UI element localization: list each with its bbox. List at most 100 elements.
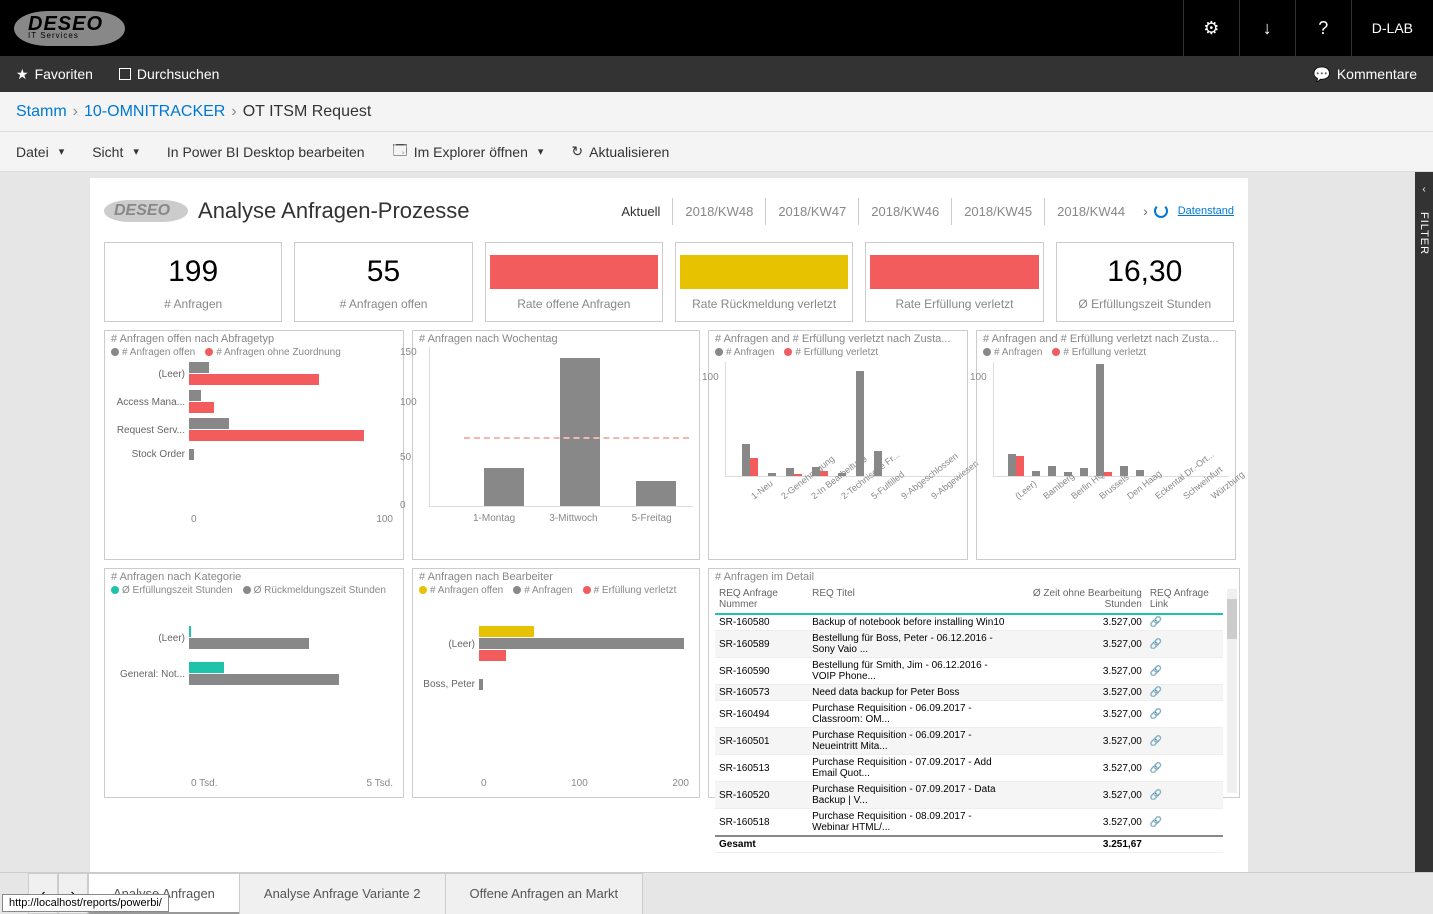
kpi-card[interactable]: 7,04% Rate Rückmeldung verletzt xyxy=(675,242,853,322)
kpi-label: # Anfragen xyxy=(109,297,277,311)
breadcrumb: Stamm › 10-OMNITRACKER › OT ITSM Request xyxy=(0,92,1433,132)
favoriten-button[interactable]: ★ Favoriten xyxy=(16,66,93,83)
table-header[interactable]: Ø Zeit ohne Bearbeitung Stunden xyxy=(1012,585,1146,614)
table-row[interactable]: SR-160501Purchase Requisition - 06.09.20… xyxy=(715,728,1223,755)
kpi-value: 7,04% xyxy=(680,255,848,289)
help-icon[interactable]: ? xyxy=(1295,0,1351,56)
breadcrumb-folder[interactable]: 10-OMNITRACKER xyxy=(84,103,225,121)
chart-zustand-1[interactable]: # Anfragen and # Erfüllung verletzt nach… xyxy=(708,330,968,560)
chart-title: # Anfragen nach Kategorie xyxy=(111,571,397,583)
chart-title: # Anfragen nach Wochentag xyxy=(419,333,693,345)
tabs-next-icon[interactable]: › xyxy=(1137,203,1154,219)
chart-zustand-2[interactable]: # Anfragen and # Erfüllung verletzt nach… xyxy=(976,330,1236,560)
chart-legend: Ø Erfüllungszeit Stunden Ø Rückmeldungsz… xyxy=(111,585,397,596)
app-topbar: DESEO IT Services ⚙ ↓ ? D-LAB xyxy=(0,0,1433,56)
link-icon[interactable]: 🔗 xyxy=(1146,658,1223,685)
table-row[interactable]: SR-160589Bestellung für Boss, Peter - 06… xyxy=(715,631,1223,658)
table-header[interactable]: REQ Anfrage Link xyxy=(1146,585,1223,614)
link-icon[interactable]: 🔗 xyxy=(1146,755,1223,782)
chart-title: # Anfragen and # Erfüllung verletzt nach… xyxy=(983,333,1229,345)
period-tabs: Aktuell 2018/KW48 2018/KW47 2018/KW46 20… xyxy=(609,198,1234,225)
kpi-card[interactable]: 16,30 Ø Erfüllungszeit Stunden xyxy=(1056,242,1234,322)
page-title: Analyse Anfragen-Prozesse xyxy=(198,198,470,224)
status-url: http://localhost/reports/powerbi/ xyxy=(2,894,169,912)
tab-kw48[interactable]: 2018/KW48 xyxy=(672,198,765,225)
tab-aktuell[interactable]: Aktuell xyxy=(609,198,672,225)
refresh-icon: ↻ xyxy=(571,143,583,160)
table-header[interactable]: REQ Anfrage Nummer xyxy=(715,585,808,614)
chart-legend: # Anfragen offen # Anfragen ohne Zuordnu… xyxy=(111,347,397,358)
table-row[interactable]: SR-160494Purchase Requisition - 06.09.20… xyxy=(715,701,1223,728)
durchsuchen-button[interactable]: Durchsuchen xyxy=(119,66,220,82)
page-tab-variante2[interactable]: Analyse Anfrage Variante 2 xyxy=(239,873,446,914)
chevron-right-icon: › xyxy=(231,103,236,121)
chart-bearbeiter[interactable]: # Anfragen nach Bearbeiter # Anfragen of… xyxy=(412,568,700,798)
kpi-row: 199 # Anfragen 55# Anfragen offen 27,64% Rat… xyxy=(104,242,1234,322)
kpi-value: 16,30 xyxy=(1061,255,1229,289)
tab-kw47[interactable]: 2018/KW47 xyxy=(765,198,858,225)
download-icon[interactable]: ↓ xyxy=(1239,0,1295,56)
report-header: DESEO Analyse Anfragen-Prozesse Aktuell … xyxy=(104,188,1234,234)
chart-legend: # Anfragen # Erfüllung verletzt xyxy=(983,347,1229,358)
tab-kw45[interactable]: 2018/KW45 xyxy=(951,198,1044,225)
chart-title: # Anfragen nach Bearbeiter xyxy=(419,571,693,583)
table-row[interactable]: SR-160518Purchase Requisition - 08.09.20… xyxy=(715,809,1223,837)
table-scrollbar[interactable] xyxy=(1227,589,1237,793)
kpi-value: 199 xyxy=(109,255,277,289)
breadcrumb-root[interactable]: Stamm xyxy=(16,103,67,121)
table-row[interactable]: SR-160573Need data backup for Peter Boss… xyxy=(715,685,1223,701)
chart-legend: # Anfragen offen # Anfragen # Erfüllung … xyxy=(419,585,693,596)
table-row[interactable]: SR-160520Purchase Requisition - 07.09.20… xyxy=(715,782,1223,809)
nav-bar: ★ Favoriten Durchsuchen 💬 Kommentare xyxy=(0,56,1433,92)
link-icon[interactable]: 🔗 xyxy=(1146,782,1223,809)
kpi-value: 55 xyxy=(299,255,467,289)
link-icon[interactable]: 🔗 xyxy=(1146,614,1223,631)
kpi-value: 27,64% xyxy=(490,255,658,289)
kpi-label: Ø Erfüllungszeit Stunden xyxy=(1061,297,1229,311)
chart-kategorie[interactable]: # Anfragen nach Kategorie Ø Erfüllungsze… xyxy=(104,568,404,798)
datenstand-link[interactable]: Datenstand xyxy=(1178,205,1234,217)
table-row[interactable]: SR-160513Purchase Requisition - 07.09.20… xyxy=(715,755,1223,782)
link-icon[interactable]: 🔗 xyxy=(1146,701,1223,728)
kpi-card[interactable]: 27,64% Rate offene Anfragen xyxy=(485,242,663,322)
table-header[interactable]: REQ Titel xyxy=(808,585,1012,614)
user-label[interactable]: D-LAB xyxy=(1351,0,1433,56)
breadcrumb-current: OT ITSM Request xyxy=(243,103,372,121)
tab-kw46[interactable]: 2018/KW46 xyxy=(858,198,951,225)
link-icon[interactable]: 🔗 xyxy=(1146,809,1223,837)
page-tab-offene[interactable]: Offene Anfragen an Markt xyxy=(445,873,644,914)
refresh-button[interactable]: ↻ Aktualisieren xyxy=(571,143,669,160)
kpi-label: Rate Erfüllung verletzt xyxy=(870,297,1038,311)
table-row[interactable]: SR-160590Bestellung für Smith, Jim - 06.… xyxy=(715,658,1223,685)
chart-abfragetyp[interactable]: # Anfragen offen nach Abfragetyp # Anfra… xyxy=(104,330,404,560)
logo-text: DESEO IT Services xyxy=(14,11,125,46)
detail-table: REQ Anfrage Nummer REQ Titel Ø Zeit ohne… xyxy=(715,585,1223,853)
link-icon[interactable]: 🔗 xyxy=(1146,685,1223,701)
chart-wochentag[interactable]: # Anfragen nach Wochentag 150 100 50 0 1… xyxy=(412,330,700,560)
tab-kw44[interactable]: 2018/KW44 xyxy=(1044,198,1137,225)
kpi-card[interactable]: 199 # Anfragen xyxy=(104,242,282,322)
sicht-menu[interactable]: Sicht xyxy=(92,144,139,160)
report-canvas: DESEO Analyse Anfragen-Prozesse Aktuell … xyxy=(0,172,1433,872)
explorer-icon: 🗔 xyxy=(393,140,408,164)
explorer-menu[interactable]: 🗔 Im Explorer öffnen xyxy=(393,140,544,164)
chevron-left-icon[interactable]: ‹ xyxy=(1422,184,1425,195)
gear-icon[interactable]: ⚙ xyxy=(1183,0,1239,56)
kpi-card[interactable]: 12,56% Rate Erfüllung verletzt xyxy=(865,242,1043,322)
chart-title: # Anfragen offen nach Abfragetyp xyxy=(111,333,397,345)
detail-table-viz[interactable]: # Anfragen im Detail REQ Anfrage Nummer … xyxy=(708,568,1240,798)
kommentare-button[interactable]: 💬 Kommentare xyxy=(1313,66,1417,83)
star-icon: ★ xyxy=(16,66,29,83)
edit-desktop-button[interactable]: In Power BI Desktop bearbeiten xyxy=(167,144,365,160)
browse-icon xyxy=(119,68,131,80)
table-row[interactable]: SR-160580Backup of notebook before insta… xyxy=(715,614,1223,631)
kpi-card[interactable]: 55# Anfragen offen xyxy=(294,242,472,322)
filter-pane[interactable]: ‹ FILTER xyxy=(1415,172,1433,872)
kpi-label: Rate Rückmeldung verletzt xyxy=(680,297,848,311)
kpi-label: Rate offene Anfragen xyxy=(490,297,658,311)
datei-menu[interactable]: Datei xyxy=(16,144,64,160)
chart-title: # Anfragen im Detail xyxy=(715,571,1223,583)
kpi-value: 12,56% xyxy=(870,255,1038,289)
link-icon[interactable]: 🔗 xyxy=(1146,631,1223,658)
link-icon[interactable]: 🔗 xyxy=(1146,728,1223,755)
